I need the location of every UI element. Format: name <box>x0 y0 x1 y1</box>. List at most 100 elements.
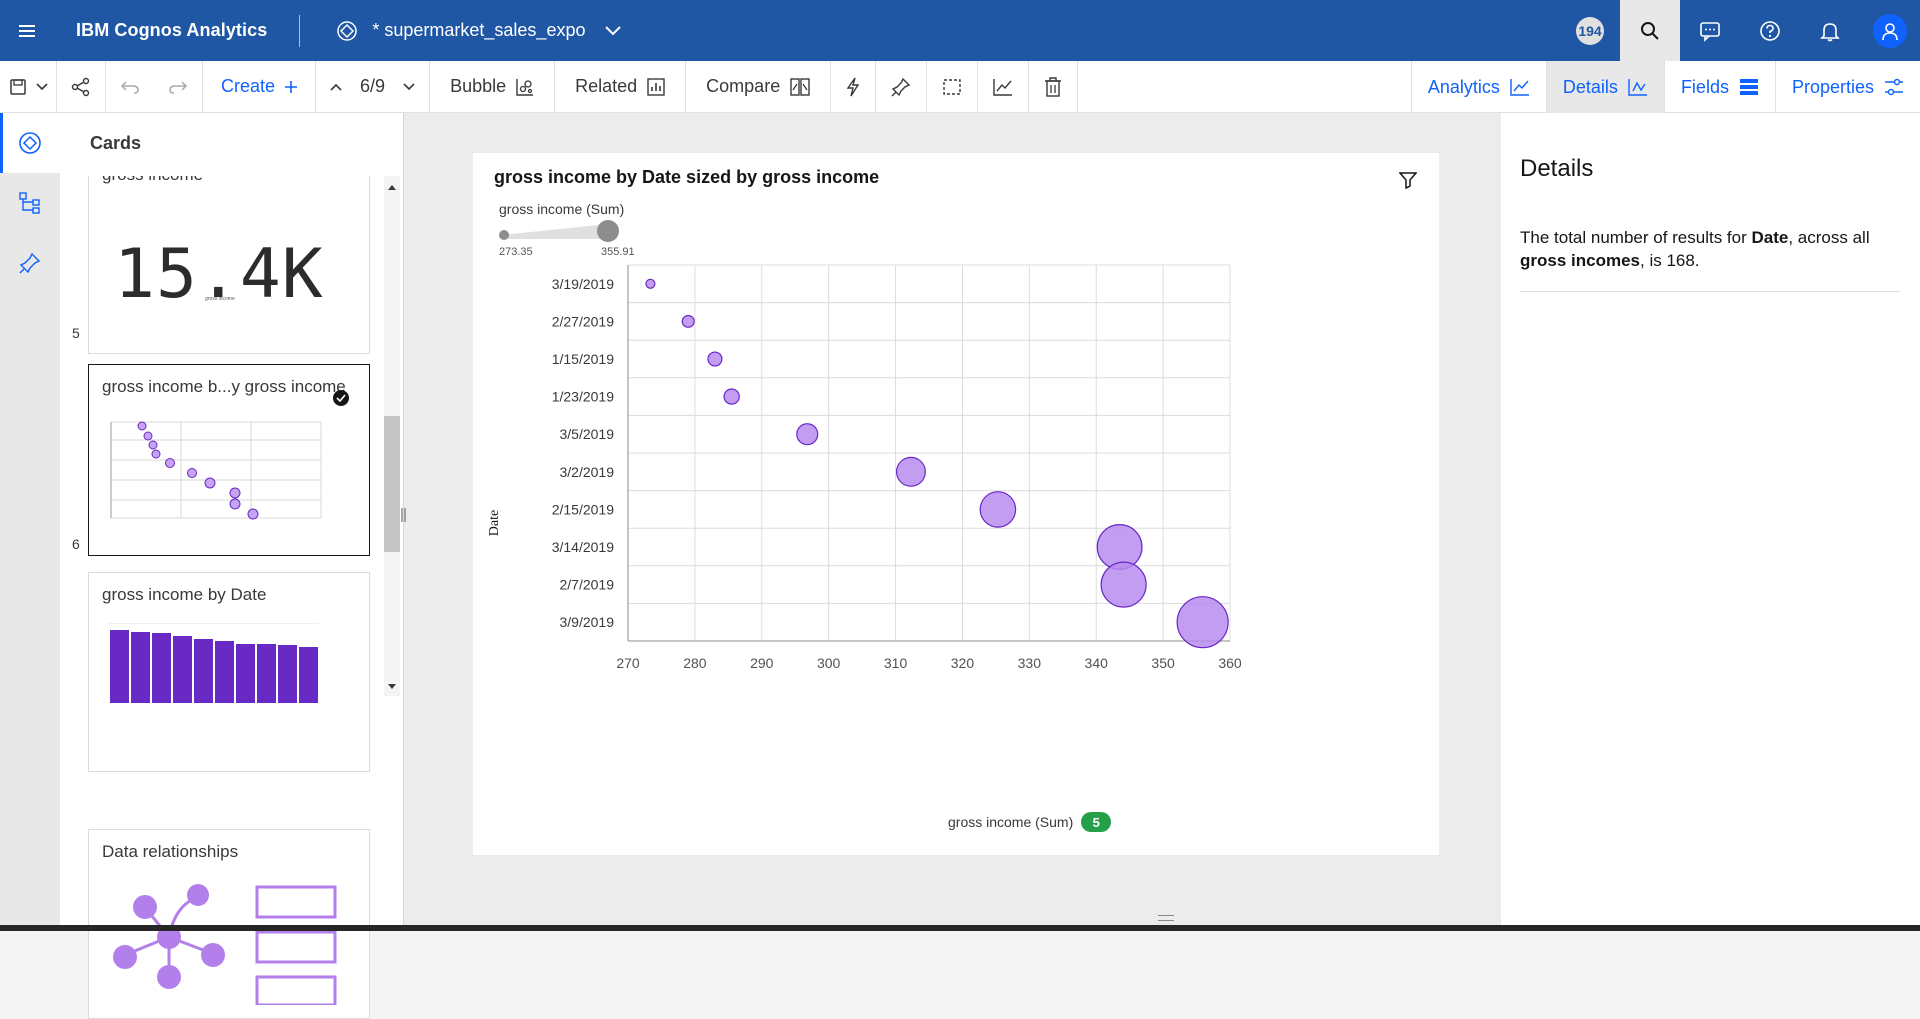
card-kpi[interactable]: gross income 15.4K gross income <box>88 176 370 354</box>
card-data-relationships[interactable]: Data relationships <box>88 829 370 1019</box>
share-button[interactable] <box>57 60 106 113</box>
bubble-point <box>1176 596 1229 649</box>
dashboard-icon <box>336 20 358 42</box>
rail-data-tree[interactable] <box>0 173 60 233</box>
related-button[interactable]: Related <box>555 60 687 113</box>
compare-icon <box>790 77 810 96</box>
x-tick-label: 300 <box>817 655 841 671</box>
x-tick-label: 350 <box>1151 655 1175 671</box>
user-icon <box>1873 13 1907 48</box>
cards-scrollbar-thumb[interactable] <box>384 416 400 552</box>
card-thumbnail-bar <box>109 623 319 703</box>
bubble-point <box>895 456 926 487</box>
card-bar-chart[interactable]: gross income by Date <box>88 572 370 772</box>
chevron-up-icon[interactable] <box>330 83 342 91</box>
app-brand: IBM Cognos Analytics <box>76 20 268 40</box>
card-thumbnail-bubble <box>110 421 322 520</box>
redo-icon <box>168 80 188 94</box>
tab-fields[interactable]: Fields <box>1663 61 1775 113</box>
panel-resize-handle[interactable] <box>400 500 408 530</box>
search-button[interactable] <box>1620 0 1680 61</box>
bubble-chart: 270 280 290 300 310 320 330 340 350 360 3/19/2019 2… <box>552 264 1242 671</box>
kpi-value: 15.4K <box>114 235 324 314</box>
y-axis-title: Date <box>487 509 502 537</box>
create-button[interactable]: Create <box>203 60 317 113</box>
y-tick-label: 2/7/2019 <box>560 577 615 593</box>
user-avatar-button[interactable] <box>1860 0 1920 61</box>
frame-icon <box>942 78 962 96</box>
details-text-bold-date: Date <box>1751 228 1789 247</box>
fields-icon <box>1739 78 1759 96</box>
y-tick-label: 1/15/2019 <box>552 351 614 367</box>
cards-panel: Cards gross income 15.4K gross income 5 … <box>60 113 403 1019</box>
document-switcher[interactable]: * supermarket_sales_expo <box>336 20 622 42</box>
cards-panel-title: Cards <box>90 133 142 153</box>
tab-fields-label: Fields <box>1680 76 1729 97</box>
tab-properties-label: Properties <box>1791 76 1874 97</box>
chevron-down-icon[interactable] <box>36 82 48 91</box>
create-label: Create <box>221 76 276 96</box>
tree-icon <box>19 192 41 214</box>
trend-button[interactable] <box>978 60 1030 113</box>
bottom-bar <box>0 925 1920 931</box>
bubble-point <box>681 314 695 328</box>
y-tick-label: 2/15/2019 <box>552 501 614 517</box>
help-button[interactable] <box>1740 0 1800 61</box>
undo-button[interactable] <box>106 61 154 113</box>
pin-button[interactable] <box>876 60 928 113</box>
tab-analytics-label: Analytics <box>1427 76 1500 97</box>
notification-count-button[interactable]: 194 <box>1560 0 1620 61</box>
page-navigator: 6/9 <box>316 60 431 113</box>
bottom-resize-handle[interactable] <box>1158 915 1174 921</box>
details-text-mid: , across all <box>1788 228 1870 247</box>
compare-button[interactable]: Compare <box>686 60 832 113</box>
tab-analytics[interactable]: Analytics <box>1410 61 1546 113</box>
card-number: 6 <box>72 536 80 552</box>
insights-button[interactable] <box>831 60 877 113</box>
bell-icon <box>1819 20 1841 42</box>
x-tick-label: 340 <box>1085 655 1109 671</box>
trend-chart-icon <box>993 78 1013 96</box>
notifications-button[interactable] <box>1800 0 1860 61</box>
focus-button[interactable] <box>927 60 979 113</box>
chevron-down-icon[interactable] <box>403 82 415 91</box>
visualization-card[interactable]: gross income by Date sized by gross inco… <box>473 153 1439 855</box>
x-tick-label: 310 <box>884 655 908 671</box>
details-summary: The total number of results for Date, ac… <box>1520 226 1900 272</box>
help-icon <box>1759 20 1781 42</box>
card-title: gross income <box>102 176 203 185</box>
tab-details[interactable]: Details <box>1545 61 1664 113</box>
bubble-point <box>707 351 723 367</box>
delete-button[interactable] <box>1029 60 1079 113</box>
details-panel: Details The total number of results for … <box>1501 113 1920 925</box>
details-divider <box>1520 291 1900 292</box>
y-tick-label: 3/5/2019 <box>560 426 615 442</box>
bubble-point <box>645 278 656 289</box>
rail-pins[interactable] <box>0 233 60 293</box>
bubble-point <box>723 388 740 405</box>
bubble-point <box>796 423 819 446</box>
save-button[interactable] <box>0 60 57 113</box>
y-tick-label: 3/2/2019 <box>560 464 615 480</box>
y-tick-label: 3/9/2019 <box>560 614 615 630</box>
header-divider <box>299 14 301 47</box>
rail-cards[interactable] <box>0 113 60 173</box>
x-tick-label: 330 <box>1018 655 1042 671</box>
relationships-icon <box>113 884 337 1005</box>
y-tick-label: 2/27/2019 <box>552 313 614 329</box>
top-bar: IBM Cognos Analytics * supermarket_sales… <box>0 0 1920 61</box>
related-label: Related <box>575 76 638 96</box>
lightning-icon <box>846 77 860 97</box>
redo-button[interactable] <box>154 60 203 113</box>
x-axis-title: gross income (Sum) <box>948 814 1074 830</box>
chevron-down-icon[interactable] <box>605 25 622 36</box>
bubble-point <box>1100 561 1147 608</box>
hamburger-menu-icon[interactable] <box>0 0 54 61</box>
card-bubble-chart[interactable]: gross income b...y gross income <box>88 364 370 556</box>
bubble-chart-icon <box>516 78 534 96</box>
chat-button[interactable] <box>1680 0 1740 61</box>
bubble-visualization-button[interactable]: Bubble <box>430 60 556 113</box>
tab-properties[interactable]: Properties <box>1774 61 1920 113</box>
cards-icon <box>18 131 42 155</box>
save-icon <box>10 78 26 95</box>
